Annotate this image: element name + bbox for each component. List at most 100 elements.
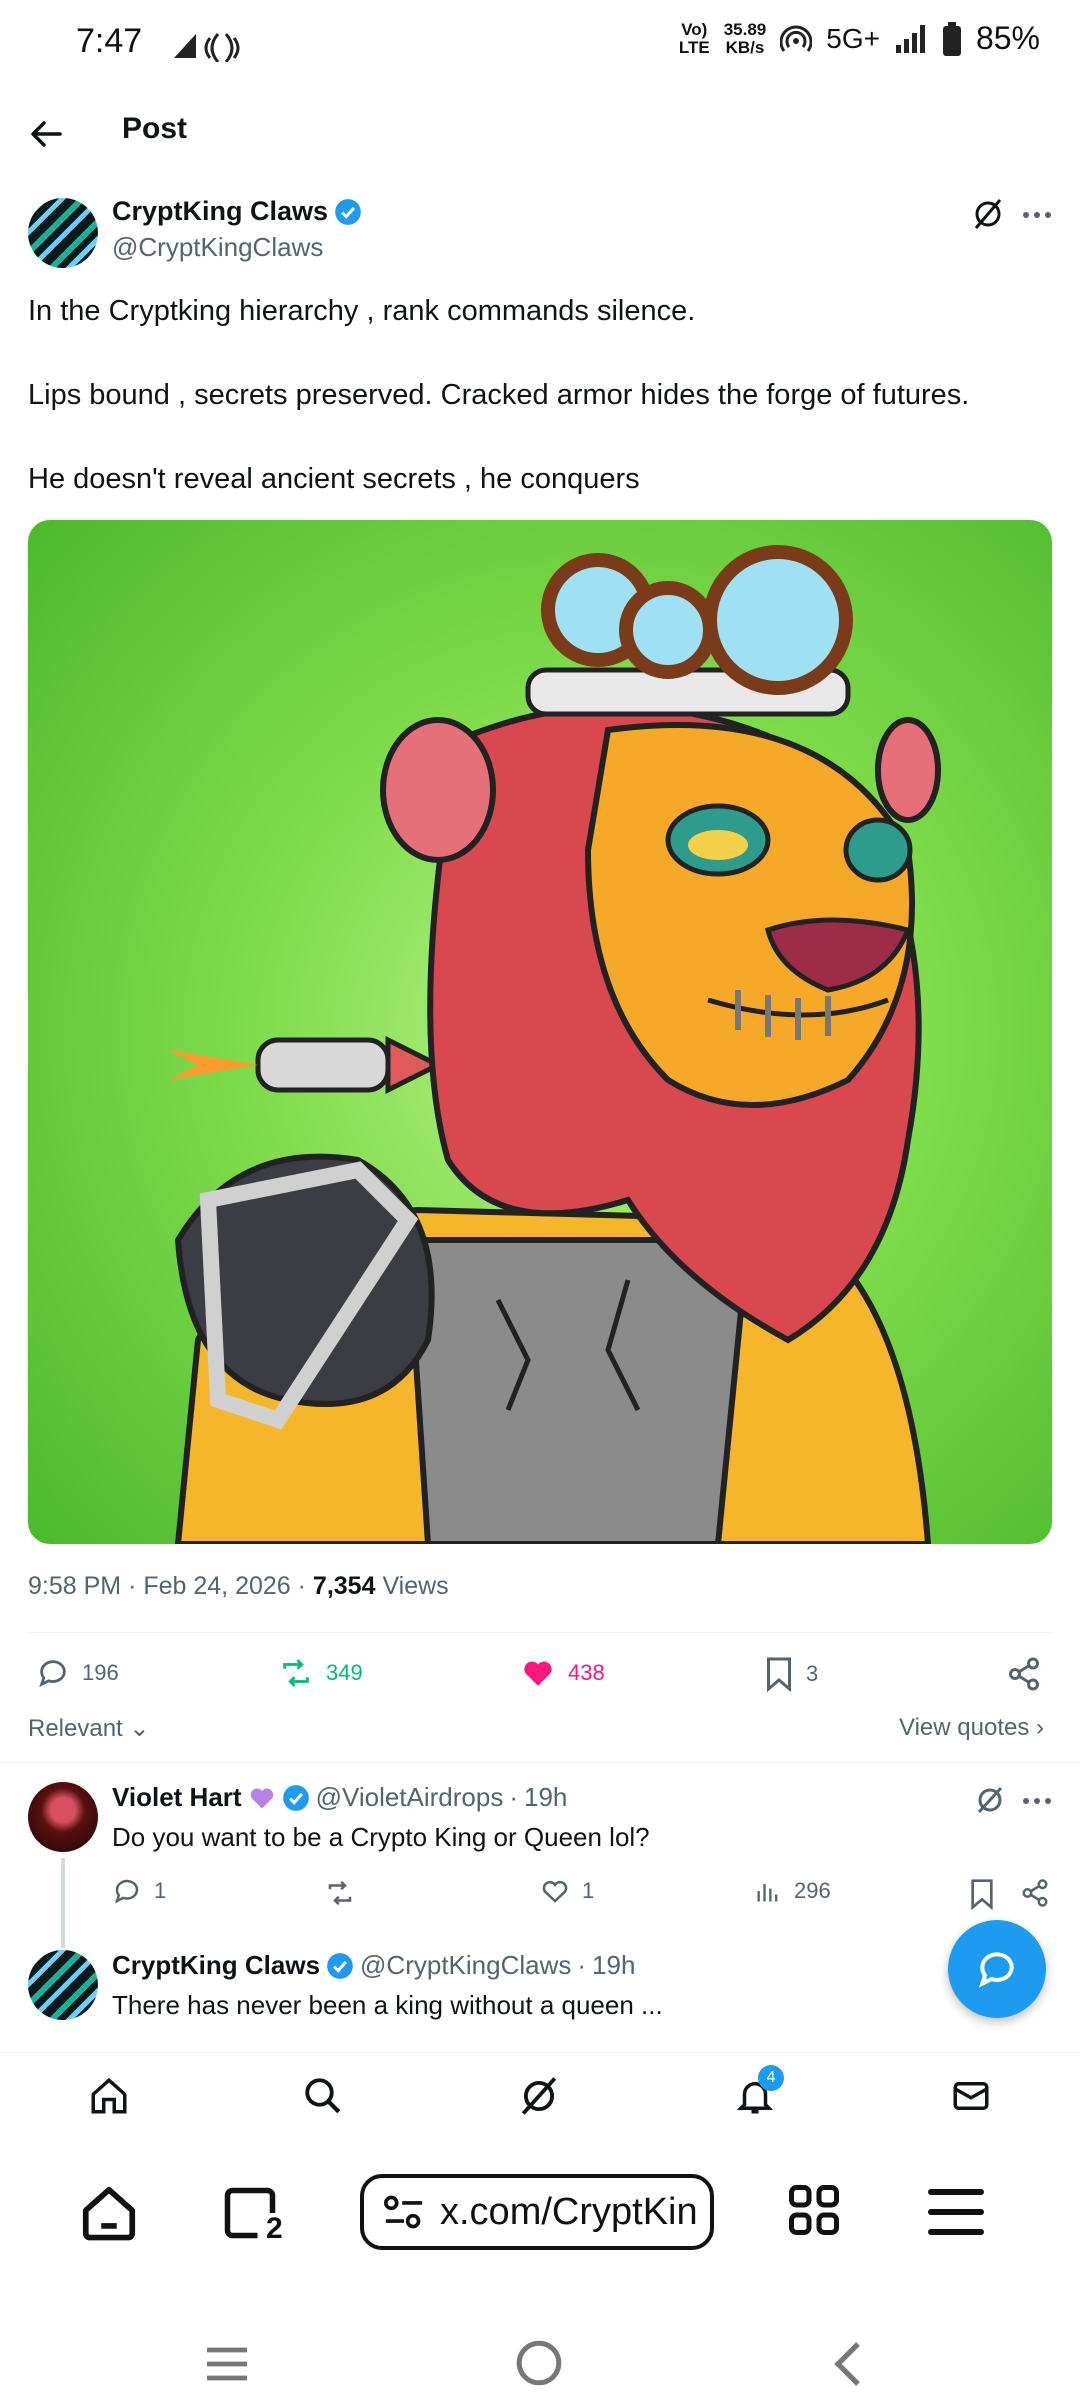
- like-button[interactable]: 438: [520, 1656, 605, 1690]
- reply-author-handle[interactable]: @VioletAirdrops: [316, 1782, 504, 1813]
- top-bar: Post: [0, 90, 1080, 176]
- chevron-down-icon: ⌄: [129, 1715, 150, 1742]
- site-settings-icon[interactable]: [382, 2192, 426, 2232]
- bookmark-icon[interactable]: [968, 1878, 996, 1910]
- post-time: 9:58 PM: [28, 1572, 122, 1600]
- battery-level: 85%: [975, 20, 1040, 56]
- chat-bubble-icon: [978, 1952, 1014, 1988]
- analytics-icon: [757, 1884, 778, 1902]
- chevron-right-icon: ›: [1036, 1714, 1044, 1741]
- browser-home-icon[interactable]: [78, 2182, 140, 2244]
- like-count: 438: [568, 1660, 605, 1685]
- reply-reply-count: 1: [154, 1878, 167, 1903]
- repost-count: 349: [326, 1660, 363, 1685]
- reply-header: CryptKing Claws @CryptKingClaws · 19h: [112, 1950, 636, 1981]
- reply-author-name[interactable]: Violet Hart: [112, 1782, 242, 1813]
- reply-like-count: 1: [582, 1878, 595, 1903]
- share-icon[interactable]: [1020, 1878, 1050, 1908]
- reply-views-button[interactable]: 296: [754, 1876, 831, 1906]
- views-label: Views: [382, 1572, 449, 1600]
- reply-text: Do you want to be a Crypto King or Queen…: [112, 1822, 650, 1852]
- post-paragraph: He doesn't reveal ancient secrets , he c…: [28, 463, 640, 495]
- status-time: 7:47: [76, 22, 143, 60]
- reply-reply-button[interactable]: 1: [112, 1876, 166, 1906]
- messages-icon[interactable]: [950, 2075, 992, 2117]
- verified-badge-icon: [327, 1952, 353, 1979]
- heart-filled-icon: [524, 1661, 552, 1686]
- reply-like-button[interactable]: 1: [540, 1876, 594, 1906]
- reply-author-handle[interactable]: @CryptKingClaws: [360, 1950, 571, 1981]
- views-count[interactable]: 7,354: [313, 1572, 376, 1600]
- share-icon[interactable]: [1006, 1656, 1042, 1692]
- back-arrow-icon[interactable]: [26, 114, 66, 154]
- repost-button[interactable]: 349: [278, 1656, 363, 1690]
- bookmark-button[interactable]: 3: [764, 1656, 818, 1692]
- notifications-badge: 4: [758, 2065, 784, 2091]
- reply-text: There has never been a king without a qu…: [112, 1990, 663, 2020]
- grok-icon[interactable]: [974, 1784, 1006, 1816]
- reply-age: 19h: [524, 1782, 568, 1812]
- repost-icon: [283, 1659, 309, 1687]
- compose-reply-button[interactable]: [948, 1920, 1046, 2018]
- address-bar[interactable]: x.com/CryptKin: [360, 2174, 714, 2250]
- reply-header: Violet Hart @VioletAirdrops · 19h: [112, 1782, 568, 1813]
- network-type: 5G+: [826, 22, 880, 54]
- network-speed: 35.89 KB/s: [723, 19, 767, 57]
- author-name[interactable]: CryptKing Claws: [112, 196, 328, 227]
- post-meta: 9:58 PM · Feb 24, 2026 · 7,354 Views: [28, 1572, 449, 1600]
- post-image[interactable]: [28, 520, 1052, 1544]
- reply-icon: [114, 1879, 139, 1904]
- reply-views-count: 296: [794, 1878, 831, 1903]
- sort-label: Relevant: [28, 1715, 123, 1742]
- verified-badge-icon: [335, 198, 361, 225]
- url-text: x.com/CryptKin: [440, 2190, 698, 2233]
- reply-count: 196: [82, 1660, 119, 1685]
- author-avatar[interactable]: [28, 198, 98, 268]
- sort-dropdown[interactable]: Relevant ⌄: [28, 1714, 150, 1743]
- battery-icon: [942, 21, 961, 56]
- reply-avatar[interactable]: [28, 1782, 98, 1852]
- bookmark-icon: [767, 1657, 791, 1692]
- system-navigation-bar: [0, 2300, 1080, 2408]
- post-text: In the Cryptking hierarchy , rank comman…: [28, 290, 1048, 500]
- app-tab-bar: 4: [0, 2052, 1080, 2139]
- verified-badge-icon: [282, 1784, 309, 1811]
- divider: [0, 1762, 1080, 1763]
- post-paragraph: In the Cryptking hierarchy , rank comman…: [28, 295, 696, 327]
- status-bar: 7:47 Vo) LTE 35.89 KB/s 5G+ 85%: [0, 0, 1080, 90]
- thread-line: [61, 1858, 65, 1948]
- hotspot-icon: [780, 25, 813, 52]
- reply-avatar[interactable]: [28, 1950, 98, 2020]
- post-date: Feb 24, 2026: [143, 1572, 291, 1600]
- heart-icon: [542, 1880, 568, 1903]
- more-options-icon[interactable]: [1022, 210, 1052, 220]
- post-paragraph: Lips bound , secrets preserved. Cracked …: [28, 379, 970, 411]
- reply-button[interactable]: 196: [36, 1656, 119, 1690]
- lion-illustration: [168, 545, 941, 1544]
- more-options-icon[interactable]: [1022, 1796, 1052, 1806]
- reply-age: 19h: [592, 1950, 636, 1980]
- volte-indicator: Vo) LTE: [678, 19, 710, 57]
- home-button-icon[interactable]: [514, 2338, 564, 2388]
- browser-menu-icon[interactable]: [926, 2184, 986, 2240]
- page-title: Post: [122, 112, 188, 145]
- reply-icon: [39, 1660, 66, 1688]
- grok-icon[interactable]: [518, 2075, 560, 2117]
- divider: [28, 1632, 1052, 1633]
- bookmark-count: 3: [806, 1661, 819, 1686]
- apps-grid-icon[interactable]: [784, 2180, 844, 2240]
- repost-icon[interactable]: [324, 1878, 356, 1908]
- search-icon[interactable]: [302, 2075, 344, 2117]
- view-quotes-link[interactable]: View quotes ›: [899, 1714, 1044, 1742]
- purple-heart-icon: [250, 1788, 273, 1808]
- tab-count: 2: [266, 2212, 283, 2245]
- home-icon[interactable]: [88, 2075, 130, 2117]
- grok-icon[interactable]: [970, 196, 1006, 232]
- author-handle[interactable]: @CryptKingClaws: [112, 232, 323, 263]
- signal-activity-icon: [174, 33, 240, 62]
- reply-author-name[interactable]: CryptKing Claws: [112, 1950, 320, 1981]
- view-quotes-label: View quotes: [899, 1714, 1030, 1741]
- back-button-icon[interactable]: [828, 2340, 868, 2388]
- cell-signal-icon: [895, 24, 925, 53]
- recent-apps-icon[interactable]: [202, 2344, 252, 2384]
